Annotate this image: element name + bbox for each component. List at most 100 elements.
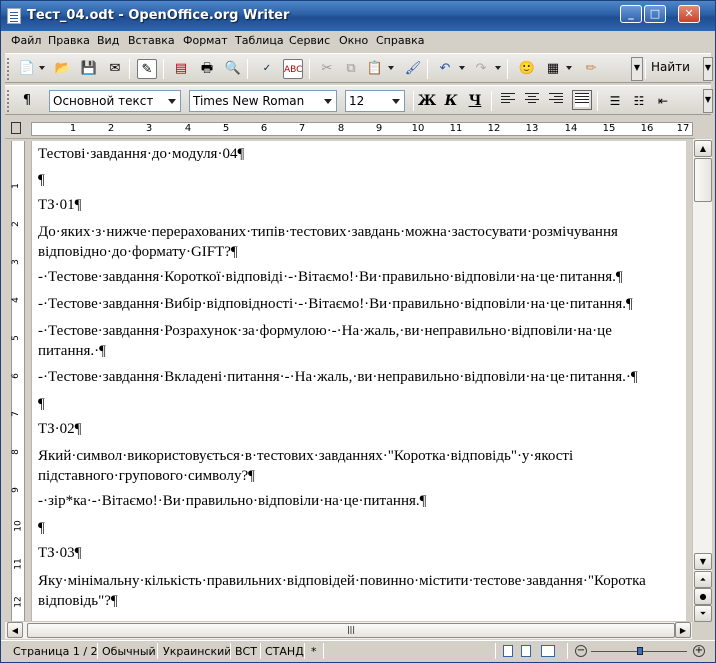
minimize-button[interactable]: _ [620, 5, 642, 23]
title-bar[interactable]: Тест_04.odt - OpenOffice.org Writer _ □ … [1, 1, 715, 31]
numbering-icon[interactable]: ☰ [605, 91, 625, 111]
selection-mode-indicator[interactable]: СТАНД [265, 645, 304, 658]
copy-icon[interactable]: ⧉ [341, 59, 361, 79]
menu-format[interactable]: Формат [183, 34, 228, 47]
table-icon[interactable]: ▦ [543, 59, 563, 79]
menu-table[interactable]: Таблица [235, 34, 284, 47]
zoom-slider-knob[interactable] [637, 647, 643, 655]
draw-functions-icon[interactable]: ✏ [581, 59, 601, 79]
cut-icon[interactable]: ✂ [317, 59, 337, 79]
horizontal-scrollbar[interactable]: ◀ ||| ▶ [5, 621, 692, 639]
close-button[interactable]: ✕ [678, 5, 700, 23]
new-document-icon[interactable]: 📄 [17, 59, 37, 79]
underline-button[interactable]: Ч [465, 91, 485, 111]
toolbar-overflow-button[interactable]: ▼ [631, 57, 643, 81]
paste-dropdown-arrow[interactable] [388, 66, 394, 70]
align-right-icon[interactable] [549, 93, 563, 107]
font-name-select[interactable]: Times New Roman [189, 90, 337, 112]
answer-option[interactable]: -·Тестове·завдання·Розрахунок·за·формуло… [38, 321, 686, 342]
scroll-right-button[interactable]: ▶ [675, 622, 691, 638]
format-paintbrush-icon[interactable]: 🖌 [403, 59, 423, 79]
question-label[interactable]: ТЗ·03¶ [38, 543, 686, 564]
navigator-icon[interactable]: 🙂 [517, 59, 537, 79]
justify-icon[interactable] [572, 90, 592, 110]
page-indicator[interactable]: Страница 1 / 2 [13, 645, 98, 658]
edit-mode-icon[interactable]: ✎ [137, 59, 157, 79]
paste-icon[interactable]: 📋 [365, 59, 385, 79]
scroll-left-button[interactable]: ◀ [7, 622, 23, 638]
vertical-ruler[interactable]: 1 2 3 4 5 6 7 8 9 10 11 12 [5, 141, 29, 621]
document-heading[interactable]: Тестові·завдання·до·модуля·04¶ [38, 144, 686, 165]
horizontal-scroll-thumb[interactable]: ||| [27, 623, 675, 638]
document-modified-indicator[interactable]: * [311, 645, 317, 658]
question-text[interactable]: Яку·мінімальну·кількість·правильних·відп… [38, 571, 686, 592]
find-toolbar-overflow[interactable]: ▼ [703, 57, 713, 81]
export-pdf-icon[interactable]: ▤ [171, 59, 191, 79]
find-button[interactable]: Найти [651, 60, 690, 74]
answer-option[interactable]: питання.·¶ [38, 341, 686, 362]
redo-icon[interactable]: ↷ [471, 59, 491, 79]
redo-dropdown-arrow[interactable] [495, 66, 501, 70]
menu-window[interactable]: Окно [339, 34, 368, 47]
bold-button[interactable]: Ж [417, 91, 437, 111]
table-dropdown-arrow[interactable] [566, 66, 572, 70]
answer-option[interactable]: -·зір*ка·-·Вітаємо!·Ви·правильно·відпові… [38, 491, 686, 512]
horizontal-ruler[interactable]: 1 2 3 4 5 6 7 8 9 10 11 12 13 14 15 16 1… [5, 119, 695, 139]
zoom-out-icon[interactable]: − [575, 645, 587, 657]
multi-page-view-icon[interactable] [521, 645, 531, 657]
menu-view[interactable]: Вид [97, 34, 119, 47]
single-page-view-icon[interactable] [503, 645, 513, 657]
empty-paragraph[interactable]: ¶ [38, 394, 686, 415]
page-style-indicator[interactable]: Обычный [102, 645, 156, 658]
answer-option[interactable]: -·Тестове·завдання·Вибір·відповідності·-… [38, 294, 686, 315]
menu-insert[interactable]: Вставка [128, 34, 175, 47]
document-canvas[interactable]: Тестові·завдання·до·модуля·04¶ ¶ ТЗ·01¶ … [31, 141, 686, 621]
toolbar-grip[interactable] [7, 90, 11, 112]
toolbar-grip[interactable] [7, 58, 11, 80]
undo-dropdown-arrow[interactable] [459, 66, 465, 70]
styles-formatting-icon[interactable]: ¶ [17, 91, 37, 111]
print-preview-icon[interactable]: 🔍 [223, 59, 243, 79]
question-label[interactable]: ТЗ·01¶ [38, 195, 686, 216]
autospellcheck-icon[interactable]: ABC [283, 59, 303, 79]
question-text[interactable]: відповідно·до·формату·GIFT?¶ [38, 242, 686, 263]
formatting-toolbar-overflow[interactable]: ▼ [703, 89, 713, 113]
paragraph-style-select[interactable]: Основной текст [49, 90, 181, 112]
vertical-scroll-thumb[interactable] [694, 158, 712, 202]
undo-icon[interactable]: ↶ [435, 59, 455, 79]
empty-paragraph[interactable]: ¶ [38, 170, 686, 191]
spellcheck-icon[interactable]: ✓ [257, 59, 277, 79]
language-indicator[interactable]: Украинский [163, 645, 231, 658]
previous-page-button[interactable]: ⏶ [694, 571, 712, 588]
save-icon[interactable]: 💾 [79, 59, 99, 79]
question-text[interactable]: відповідь"?¶ [38, 591, 686, 612]
decrease-indent-icon[interactable]: ⇤ [653, 91, 673, 111]
italic-button[interactable]: К [441, 91, 461, 111]
maximize-button[interactable]: □ [644, 5, 666, 23]
scroll-up-button[interactable]: ▲ [694, 140, 712, 157]
vertical-scrollbar[interactable]: ▲ ▼ ⏶ ● ⏷ [692, 139, 712, 622]
menu-tools[interactable]: Сервис [289, 34, 330, 47]
question-text[interactable]: підставного·групового·символу?¶ [38, 466, 686, 487]
email-icon[interactable]: ✉ [105, 59, 125, 79]
new-dropdown-arrow[interactable] [39, 66, 45, 70]
menu-help[interactable]: Справка [376, 34, 424, 47]
navigation-icon[interactable]: ● [694, 588, 712, 605]
question-label[interactable]: ТЗ·02¶ [38, 419, 686, 440]
tab-stop-type-icon[interactable] [11, 122, 21, 134]
menu-file[interactable]: Файл [11, 34, 41, 47]
answer-option[interactable]: -·Тестове·завдання·Короткої·відповіді·-·… [38, 267, 686, 288]
insert-mode-indicator[interactable]: ВСТ [235, 645, 257, 658]
next-page-button[interactable]: ⏷ [694, 605, 712, 622]
print-icon[interactable]: 🖶 [197, 59, 217, 79]
open-folder-icon[interactable]: 📂 [53, 59, 73, 79]
question-text[interactable]: До·яких·з·нижче·перерахованих·типів·тест… [38, 222, 686, 243]
menu-edit[interactable]: Правка [48, 34, 90, 47]
question-text[interactable]: Який·символ·використовується·в·тестових·… [38, 446, 686, 467]
bullets-icon[interactable]: ☷ [629, 91, 649, 111]
zoom-in-icon[interactable]: + [693, 645, 705, 657]
book-view-icon[interactable] [541, 645, 555, 657]
empty-paragraph[interactable]: ¶ [38, 518, 686, 539]
scroll-down-button[interactable]: ▼ [694, 553, 712, 570]
align-center-icon[interactable] [525, 93, 539, 107]
